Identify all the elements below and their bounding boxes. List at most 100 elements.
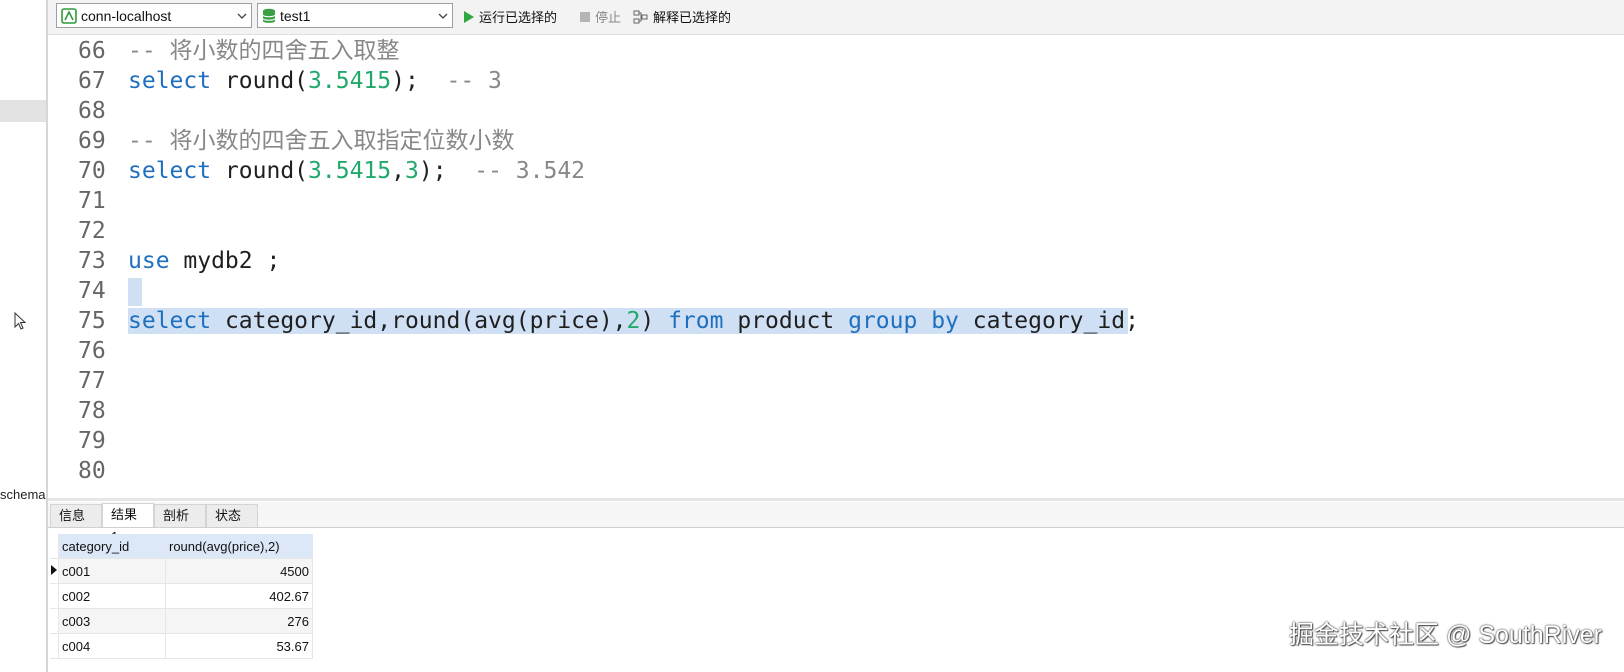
- line-number: 74: [78, 278, 106, 304]
- run-selected-label: 运行已选择的: [479, 10, 558, 25]
- row-header[interactable]: [50, 633, 59, 659]
- connection-select[interactable]: conn-localhost: [56, 3, 252, 28]
- code-line[interactable]: 76: [48, 336, 1624, 366]
- code-text: -- 将小数的四舍五入取指定位数小数: [128, 126, 515, 156]
- code-line[interactable]: 80: [48, 456, 1624, 486]
- code-line[interactable]: 68: [48, 96, 1624, 126]
- cell-category-id[interactable]: c002: [58, 583, 166, 609]
- code-line[interactable]: 73 use mydb2 ;: [48, 246, 1624, 276]
- code-line[interactable]: 75 select category_id,round(avg(price),2)…: [48, 306, 1624, 336]
- line-number: 75: [78, 308, 106, 334]
- database-icon: [262, 8, 276, 24]
- code-text: select category_id,round(avg(price),2) f…: [128, 306, 1139, 336]
- table-row[interactable]: c001 4500: [50, 558, 313, 584]
- sql-keyword: select: [128, 68, 212, 94]
- cell-avg-price[interactable]: 402.67: [165, 583, 313, 609]
- code-line[interactable]: 78: [48, 396, 1624, 426]
- code-line[interactable]: 67 select round(3.5415); -- 3: [48, 66, 1624, 96]
- cell-avg-price[interactable]: 53.67: [165, 633, 313, 659]
- tab-info[interactable]: 信息: [50, 504, 102, 527]
- tab-result-1[interactable]: 结果 1: [102, 503, 154, 544]
- current-row-icon: [51, 564, 57, 575]
- results-splitter[interactable]: [48, 498, 1624, 501]
- line-number: 69: [78, 128, 106, 154]
- cell-category-id[interactable]: c001: [58, 558, 166, 584]
- code-line[interactable]: 71: [48, 186, 1624, 216]
- sql-token: category_id;: [958, 308, 1139, 334]
- row-header[interactable]: [50, 583, 59, 609]
- cell-category-id[interactable]: c003: [58, 608, 166, 634]
- sql-editor[interactable]: 66 -- 将小数的四舍五入取整 67 select round(3.5415); -…: [48, 36, 1624, 498]
- line-number: 76: [78, 338, 106, 364]
- mouse-cursor-icon: [14, 311, 27, 335]
- row-header[interactable]: [50, 558, 59, 584]
- chevron-down-icon[interactable]: [438, 9, 448, 25]
- run-selected-button[interactable]: 运行已选择的: [463, 7, 557, 26]
- code-line[interactable]: 77: [48, 366, 1624, 396]
- database-value: test1: [280, 7, 311, 24]
- code-line[interactable]: 72: [48, 216, 1624, 246]
- connection-value: conn-localhost: [81, 7, 172, 24]
- sql-comment: -- 3: [446, 68, 502, 94]
- database-select[interactable]: test1: [257, 3, 453, 28]
- explain-icon: [633, 10, 649, 24]
- sql-number: 2: [626, 308, 641, 334]
- sql-token: round(: [211, 158, 309, 184]
- code-line[interactable]: 69 -- 将小数的四舍五入取指定位数小数: [48, 126, 1624, 156]
- column-header[interactable]: category_id: [58, 534, 166, 559]
- sql-keyword: group: [848, 308, 918, 334]
- code-line[interactable]: 66 -- 将小数的四舍五入取整: [48, 36, 1624, 66]
- column-header[interactable]: round(avg(price),2): [165, 534, 313, 559]
- stop-button[interactable]: 停止: [579, 7, 621, 26]
- code-text: use mydb2 ;: [128, 246, 280, 276]
- code-line[interactable]: 70 select round(3.5415,3); -- 3.542: [48, 156, 1624, 186]
- results-grid: category_id round(avg(price),2) c001 4500…: [50, 534, 313, 659]
- line-number: 79: [78, 428, 106, 454]
- cell-avg-price[interactable]: 276: [165, 608, 313, 634]
- results-tabs: 信息结果 1剖析状态: [48, 502, 1624, 544]
- line-number: 73: [78, 248, 106, 274]
- sql-number: 3: [404, 158, 419, 184]
- sql-keyword: select: [128, 308, 212, 334]
- schema-label[interactable]: schema: [0, 487, 46, 502]
- sql-token: );: [391, 68, 447, 94]
- code-line[interactable]: 74: [48, 276, 1624, 306]
- sql-token: ): [640, 308, 669, 334]
- grid-header-row: category_id round(avg(price),2): [50, 534, 313, 559]
- code-line[interactable]: 79: [48, 426, 1624, 456]
- tab-profile[interactable]: 剖析: [154, 504, 206, 527]
- table-row[interactable]: c003 276: [50, 608, 313, 634]
- sql-token: );: [418, 158, 475, 184]
- selected-tree-item[interactable]: [0, 100, 46, 122]
- line-number: 67: [78, 68, 106, 94]
- code-text: select round(3.5415,3); -- 3.542: [128, 156, 585, 186]
- line-number: 80: [78, 458, 106, 484]
- cell-avg-price[interactable]: 4500: [165, 558, 313, 584]
- sql-comment: -- 3.542: [474, 158, 586, 184]
- sql-number: 3.5415: [308, 158, 392, 184]
- code-text: select round(3.5415); -- 3: [128, 66, 502, 96]
- query-toolbar: conn-localhost test1 运行已选择的 停止 解释已选择的: [48, 0, 1624, 35]
- explain-selected-label: 解释已选择的: [653, 10, 732, 25]
- sql-number: 3.5415: [308, 68, 392, 94]
- explain-selected-button[interactable]: 解释已选择的: [633, 7, 731, 26]
- table-row[interactable]: c002 402.67: [50, 583, 313, 609]
- chevron-down-icon[interactable]: [237, 9, 247, 25]
- cell-category-id[interactable]: c004: [58, 633, 166, 659]
- sql-token: ,: [391, 158, 405, 184]
- row-header-corner: [50, 534, 59, 559]
- stop-label: 停止: [595, 10, 622, 25]
- line-number: 70: [78, 158, 106, 184]
- code-text: -- 将小数的四舍五入取整: [128, 36, 400, 66]
- sql-token: product: [723, 308, 849, 334]
- line-number: 71: [78, 188, 106, 214]
- sql-keyword: use: [128, 248, 170, 274]
- sql-keyword: by: [931, 308, 959, 334]
- sql-token: mydb2 ;: [169, 248, 281, 274]
- line-number: 68: [78, 98, 106, 124]
- row-header[interactable]: [50, 608, 59, 634]
- table-row[interactable]: c004 53.67: [50, 633, 313, 659]
- connection-icon: [61, 7, 77, 24]
- tab-status[interactable]: 状态: [206, 504, 258, 527]
